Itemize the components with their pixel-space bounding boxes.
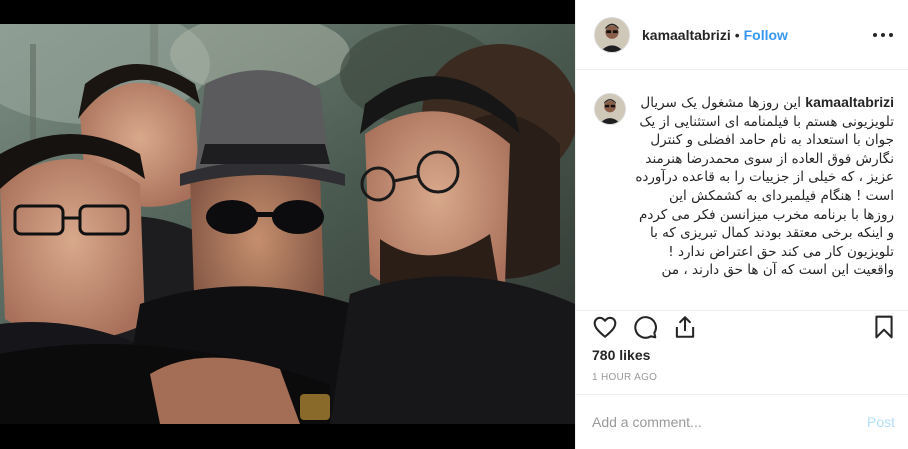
likes-count[interactable]: 780 likes [592, 347, 650, 363]
post-caption: kamaaltabrizi این روزها مشغول یک سریال ت… [576, 71, 908, 311]
caption-text: این روزها مشغول یک سریال تلویزیونی هستم … [635, 95, 894, 279]
instagram-post: kamaaltabrizi•Follow kamaaltabrizi این [0, 0, 908, 449]
post-comment-button[interactable]: Post [867, 414, 895, 430]
follow-button[interactable]: Follow [744, 27, 788, 43]
avatar-image [595, 94, 625, 124]
post-image [0, 24, 575, 424]
bookmark-icon[interactable] [871, 314, 897, 340]
post-photo[interactable] [0, 0, 575, 449]
comment-icon[interactable] [632, 314, 658, 340]
heart-icon[interactable] [592, 314, 618, 340]
comment-input[interactable] [592, 412, 847, 432]
caption-avatar[interactable] [594, 93, 626, 125]
post-header: kamaaltabrizi • Follow [576, 0, 908, 70]
caption-username[interactable]: kamaaltabrizi [805, 94, 894, 110]
post-sidebar: kamaaltabrizi•Follow kamaaltabrizi این [575, 0, 908, 449]
avatar-image [595, 18, 629, 52]
more-options-icon[interactable] [873, 27, 893, 43]
follow-separator: • [734, 27, 740, 43]
post-timestamp[interactable]: 1 HOUR AGO [592, 372, 657, 383]
comment-form: Post [576, 394, 908, 449]
caption-text-block: kamaaltabrizi این روزها مشغول یک سریال ت… [634, 93, 894, 280]
header-user-follow: kamaaltabrizi • Follow [642, 27, 788, 43]
profile-avatar[interactable] [594, 17, 630, 53]
share-icon[interactable] [672, 314, 698, 340]
username-link[interactable]: kamaaltabrizi [642, 27, 731, 43]
